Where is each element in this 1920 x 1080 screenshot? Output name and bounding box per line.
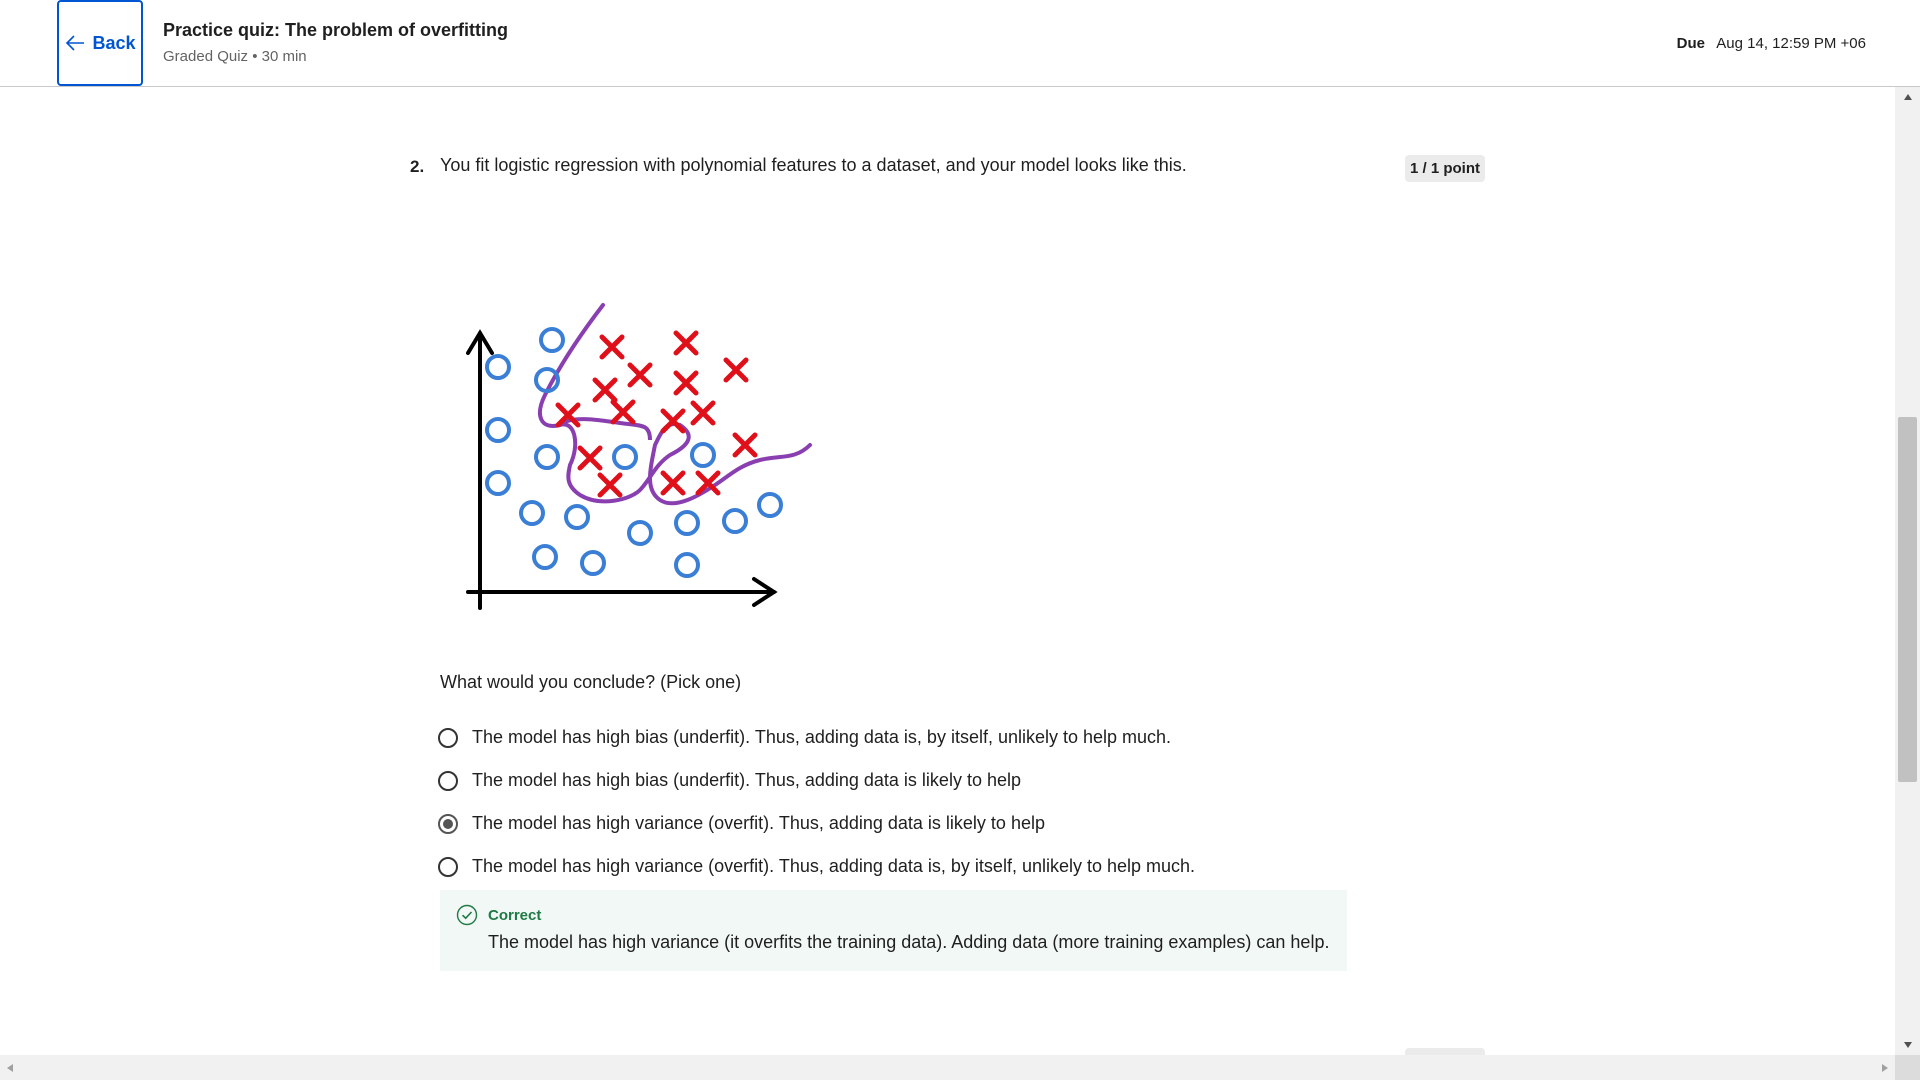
due-value: Aug 14, 12:59 PM +06 (1716, 35, 1866, 52)
quiz-title-block: Practice quiz: The problem of overfittin… (163, 20, 508, 65)
feedback-text: The model has high variance (it overfits… (488, 932, 1330, 952)
back-label: Back (92, 32, 136, 53)
radio-unchecked[interactable] (438, 856, 458, 877)
question-text: You fit logistic regression with polynom… (440, 155, 1187, 175)
option-label: The model has high bias (underfit). Thus… (472, 727, 1172, 747)
vertical-scrollbar[interactable] (1895, 87, 1920, 1055)
answer-options: The model has high bias (underfit). Thus… (438, 716, 1195, 888)
answer-option-2[interactable]: The model has high bias (underfit). Thus… (438, 759, 1195, 802)
quiz-header: Back Practice quiz: The problem of overf… (0, 0, 1920, 87)
answer-option-4[interactable]: The model has high variance (overfit). T… (438, 845, 1195, 888)
feedback-status: Correct (488, 907, 542, 924)
answer-option-1[interactable]: The model has high bias (underfit). Thus… (438, 716, 1195, 759)
scroll-left-icon[interactable] (0, 1055, 20, 1080)
radio-unchecked[interactable] (438, 770, 458, 791)
option-label: The model has high variance (overfit). T… (472, 856, 1196, 876)
due-date: Due Aug 14, 12:59 PM +06 (1677, 35, 1866, 52)
scroll-right-icon[interactable] (1875, 1055, 1895, 1080)
scroll-up-icon[interactable] (1895, 87, 1920, 107)
feedback-panel: Correct The model has high variance (it … (440, 890, 1347, 971)
quiz-meta: Graded Quiz • 30 min (163, 48, 307, 65)
radio-checked[interactable] (438, 813, 458, 834)
check-circle-icon (456, 904, 478, 926)
back-button[interactable]: Back (57, 0, 143, 86)
question-prompt: What would you conclude? (Pick one) (440, 672, 742, 692)
arrow-left-icon (66, 35, 85, 51)
overfit-plot-image (466, 303, 812, 610)
page-title: Practice quiz: The problem of overfittin… (163, 20, 509, 40)
due-label: Due (1676, 35, 1705, 52)
question-number: 2. (410, 157, 425, 176)
points-badge: 1 / 1 point (1405, 155, 1485, 182)
scrollbar-corner (1895, 1055, 1920, 1080)
option-label: The model has high variance (overfit). T… (472, 813, 1045, 833)
scroll-down-icon[interactable] (1895, 1035, 1920, 1055)
answer-option-3[interactable]: The model has high variance (overfit). T… (438, 802, 1195, 845)
radio-unchecked[interactable] (438, 727, 458, 748)
scrollbar-thumb[interactable] (1898, 417, 1917, 782)
horizontal-scrollbar[interactable] (0, 1055, 1895, 1080)
plot-axes (466, 329, 778, 610)
option-label: The model has high bias (underfit). Thus… (472, 770, 1021, 790)
